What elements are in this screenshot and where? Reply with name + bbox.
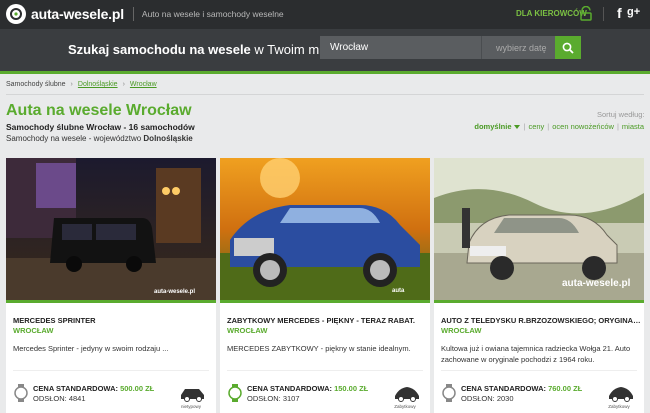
sort-separator: | [547, 122, 550, 131]
price: CENA STANDARDOWA: 760.00 ZŁ [461, 384, 583, 393]
breadcrumb: Samochody ślubne › Dolnośląskie › Wrocła… [6, 81, 157, 88]
views-count: ODSŁON: 4841 [33, 394, 86, 403]
views-count: ODSŁON: 2030 [461, 394, 514, 403]
lock-icon[interactable] [579, 5, 593, 26]
sort-price[interactable]: ceny [528, 122, 544, 131]
car-type-label: Zabytkowy [608, 404, 630, 409]
search-icon [562, 42, 574, 54]
watermark: auta [392, 288, 405, 294]
car-description: Kultowa już i owiana tajemnica radziecka… [441, 344, 631, 364]
car-city: WROCŁAW [441, 326, 482, 335]
price: CENA STANDARDOWA: 150.00 ZŁ [247, 384, 369, 393]
car-title[interactable]: MERCEDES SPRINTER [13, 316, 213, 325]
watermark: auta-wesele.pl [562, 278, 631, 289]
breadcrumb-separator: › [70, 81, 73, 88]
car-card[interactable]: auta-wesele.pl AUTO Z TELEDYSKU R.BRZOZO… [434, 158, 644, 413]
logo-divider [132, 7, 134, 21]
card-divider [13, 370, 209, 371]
card-accent-bar [6, 300, 216, 303]
sort-default[interactable]: domyślnie [474, 122, 511, 131]
watch-icon [14, 384, 28, 402]
car-card[interactable]: auta-wesele.pl MERCEDES SPRINTER WROCŁAW… [6, 158, 216, 413]
card-divider [227, 370, 423, 371]
logo-text: auta-wesele.pl [31, 6, 124, 22]
city-input[interactable] [320, 36, 481, 59]
drivers-link[interactable]: DLA KIEROWCÓW [516, 9, 587, 18]
car-type-icon [609, 387, 633, 402]
breadcrumb-item-region[interactable]: Dolnośląskie [78, 81, 118, 88]
region-name: Dolnośląskie [143, 134, 193, 143]
car-type-icon [395, 387, 419, 402]
watermark: auta-wesele.pl [154, 289, 196, 295]
car-photo[interactable]: auta-wesele.pl [434, 158, 644, 300]
sort-label: Sortuj według: [597, 110, 645, 119]
caret-down-icon[interactable] [514, 124, 521, 129]
breadcrumb-item-home[interactable]: Samochody ślubne [6, 81, 66, 88]
car-type-label: nietypowy [180, 404, 201, 409]
search-label: Szukaj samochodu na wesele w Twoim mieśc… [68, 42, 357, 57]
date-input[interactable] [481, 36, 555, 59]
price: CENA STANDARDOWA: 500.00 ZŁ [33, 384, 155, 393]
car-description: MERCEDES ZABYTKOWY - piękny w stanie ide… [227, 344, 411, 353]
car-city: WROCŁAW [227, 326, 268, 335]
car-city: WROCŁAW [13, 326, 54, 335]
logo[interactable]: auta-wesele.pl Auto na wesele i samochod… [6, 4, 284, 24]
page-region-line: Samochody na wesele - województwo Dolnoś… [6, 134, 193, 143]
sort-options: domyślnie | ceny | ocen nowożeńców | mia… [474, 122, 644, 131]
topbar-divider [603, 7, 604, 21]
facebook-icon[interactable]: f [617, 5, 622, 21]
page-title: Auta na wesele Wrocław [6, 102, 192, 119]
car-photo[interactable]: auta-wesele.pl [6, 158, 216, 300]
sort-city[interactable]: miasta [622, 122, 644, 131]
top-bar: auta-wesele.pl Auto na wesele i samochod… [0, 0, 650, 29]
google-plus-icon[interactable]: g+ [627, 6, 640, 18]
car-type-label: Zabytkowy [394, 404, 416, 409]
car-type-icon [181, 389, 204, 402]
car-card[interactable]: auta ZABYTKOWY MERCEDES - PIĘKNY - TERAZ… [220, 158, 430, 413]
breadcrumb-separator: › [122, 81, 125, 88]
logo-icon [6, 4, 26, 24]
search-button[interactable] [555, 36, 581, 59]
breadcrumb-item-city[interactable]: Wrocław [130, 81, 157, 88]
page-subtitle: Samochody ślubne Wrocław - 16 samochodów [6, 122, 195, 132]
search-bar: Szukaj samochodu na wesele w Twoim mieśc… [0, 29, 650, 71]
watch-icon [442, 384, 456, 402]
views-count: ODSŁON: 3107 [247, 394, 300, 403]
breadcrumb-divider [6, 94, 644, 95]
sort-ratings[interactable]: ocen nowożeńców [552, 122, 614, 131]
search-underline [0, 71, 650, 74]
watch-icon [228, 384, 242, 402]
car-title[interactable]: ZABYTKOWY MERCEDES - PIĘKNY - TERAZ RABA… [227, 316, 427, 325]
tagline: Auto na wesele i samochody weselne [141, 9, 284, 19]
sort-separator: | [616, 122, 619, 131]
car-photo[interactable]: auta [220, 158, 430, 300]
car-description: Mercedes Sprinter - jedyny w swoim rodza… [13, 344, 169, 353]
car-title[interactable]: AUTO Z TELEDYSKU R.BRZOZOWSKIEGO; ORYGIN… [441, 316, 641, 325]
card-accent-bar [220, 300, 430, 303]
card-accent-bar [434, 300, 644, 303]
card-divider [441, 370, 637, 371]
sort-separator: | [523, 122, 526, 131]
